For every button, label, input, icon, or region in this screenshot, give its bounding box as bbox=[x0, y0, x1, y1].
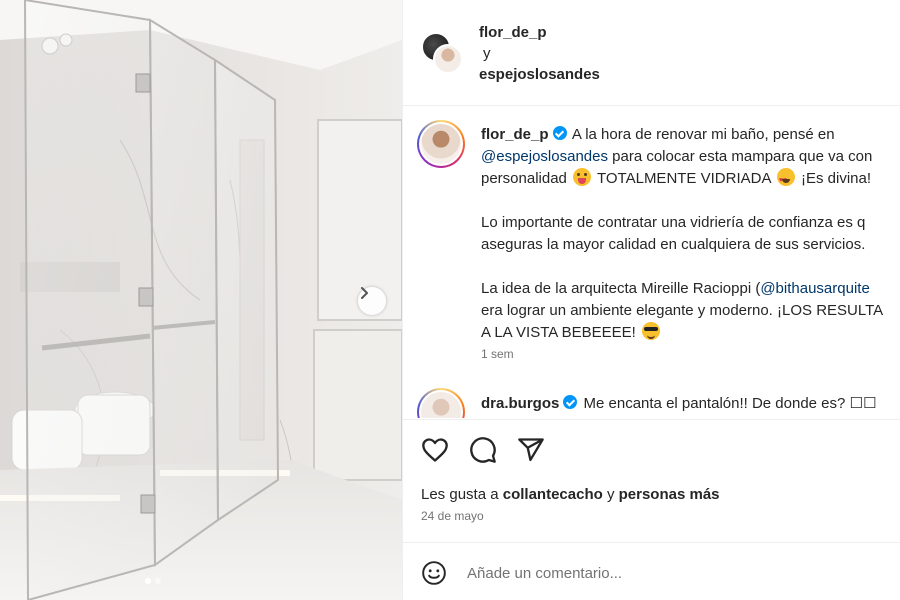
heart-eyes-emoji-icon bbox=[776, 168, 795, 192]
caption-line: ¡Es divina! bbox=[800, 170, 872, 187]
mention-link[interactable]: @bithausarquite bbox=[760, 280, 869, 297]
chevron-right-icon bbox=[361, 287, 368, 299]
avatar[interactable] bbox=[433, 44, 463, 74]
post-date[interactable]: 24 de mayo bbox=[421, 509, 484, 523]
post-image[interactable] bbox=[0, 0, 402, 600]
heart-icon[interactable] bbox=[421, 436, 449, 464]
comment-icon[interactable] bbox=[469, 436, 497, 464]
caption-username[interactable]: flor_de_p bbox=[481, 126, 549, 143]
likes-user[interactable]: collantecacho bbox=[503, 486, 603, 503]
add-comment-bar bbox=[403, 542, 900, 600]
verified-badge-icon bbox=[563, 395, 578, 409]
carousel-dots bbox=[145, 578, 161, 584]
verified-badge-icon bbox=[552, 126, 567, 140]
comment-username[interactable]: dra.burgos bbox=[481, 395, 559, 412]
caption-line: A LA VISTA BEBEEEE! bbox=[481, 324, 636, 341]
caption-line: TOTALMENTE VIDRIADA bbox=[596, 170, 771, 187]
mention-link[interactable]: @espejoslosandes bbox=[481, 148, 608, 165]
collaborator-username[interactable]: espejoslosandes bbox=[479, 64, 600, 85]
likes-prefix: Les gusta a bbox=[421, 486, 503, 503]
avatar[interactable] bbox=[417, 120, 465, 168]
collaborator-username[interactable]: flor_de_p bbox=[479, 22, 600, 43]
likes-others[interactable]: personas más bbox=[619, 486, 720, 503]
caption-line: aseguras la mayor calidad en cualquiera … bbox=[481, 236, 866, 253]
tongue-emoji-icon bbox=[573, 168, 592, 186]
post-actions: Les gusta a collantecacho y personas más bbox=[403, 419, 900, 503]
collaborator-joiner: y bbox=[483, 45, 491, 62]
avatar[interactable] bbox=[417, 388, 465, 418]
caption-timestamp[interactable]: 1 sem bbox=[481, 347, 514, 361]
sunglasses-emoji-icon bbox=[641, 322, 660, 340]
likes-summary[interactable]: Les gusta a collantecacho y personas más bbox=[421, 486, 720, 503]
caption-text: flor_de_p A la hora de renovar mi baño, … bbox=[481, 124, 900, 344]
smiley-icon[interactable] bbox=[421, 560, 447, 586]
caption-line: para colocar esta mampara que va con bbox=[607, 148, 873, 165]
carousel-dot bbox=[155, 578, 161, 584]
post-header: flor_de_p y espejoslosandes bbox=[403, 0, 900, 106]
comment-text: dra.burgos Me encanta el pantalón!! De d… bbox=[481, 394, 876, 412]
carousel-dot bbox=[145, 578, 151, 584]
comment-body: Me encanta el pantalón!! De donde es? ☐☐ bbox=[583, 395, 877, 412]
comment-item: dra.burgos Me encanta el pantalón!! De d… bbox=[417, 388, 900, 418]
post-side-panel: flor_de_p y espejoslosandes flor_de_p A … bbox=[402, 0, 900, 600]
caption-line: La idea de la arquitecta Mireille Raciop… bbox=[481, 280, 761, 297]
likes-joiner: y bbox=[602, 486, 619, 503]
caption-line: A la hora de renovar mi baño, pensé en bbox=[571, 126, 835, 143]
collaborators: flor_de_p y espejoslosandes bbox=[479, 22, 600, 85]
bathroom-photo bbox=[0, 0, 402, 600]
carousel-next-button[interactable] bbox=[358, 287, 386, 315]
share-icon[interactable] bbox=[517, 436, 545, 464]
caption-line: era lograr un ambiente elegante y modern… bbox=[481, 302, 884, 319]
caption-line: Lo importante de contratar una vidriería… bbox=[481, 214, 866, 231]
comment-input[interactable] bbox=[467, 560, 887, 586]
caption-line: personalidad bbox=[481, 170, 567, 187]
collaborator-avatars[interactable] bbox=[421, 32, 463, 74]
